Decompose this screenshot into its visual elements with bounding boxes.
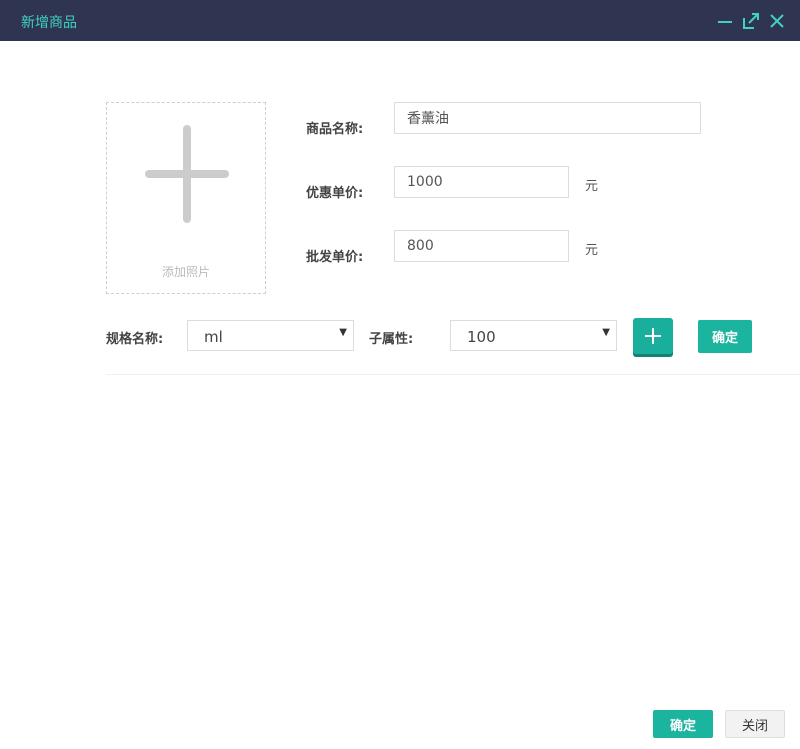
close-icon[interactable] (768, 12, 786, 30)
add-spec-button[interactable] (633, 318, 673, 354)
wholesale-price-input[interactable] (394, 230, 569, 262)
minimize-icon[interactable] (716, 12, 734, 30)
product-name-input[interactable] (394, 102, 701, 134)
wholesale-price-label: 批发单价: (306, 250, 364, 265)
dropdown-arrow-icon: ▼ (339, 327, 347, 338)
add-photo-button[interactable]: 添加照片 (106, 102, 266, 294)
dialog-title: 新增商品 (21, 15, 77, 31)
discount-price-label: 优惠单价: (306, 186, 364, 201)
dropdown-arrow-icon: ▼ (602, 327, 610, 338)
close-button[interactable]: 关闭 (725, 710, 785, 738)
discount-price-input[interactable] (394, 166, 569, 198)
sub-attribute-label: 子属性: (369, 332, 414, 347)
wholesale-price-unit: 元 (585, 243, 599, 258)
dialog-titlebar: 新增商品 (0, 0, 800, 41)
spec-name-selected: ml (204, 328, 223, 346)
discount-price-unit: 元 (585, 179, 599, 194)
spec-confirm-button[interactable]: 确定 (698, 320, 752, 353)
confirm-button[interactable]: 确定 (653, 710, 713, 738)
section-divider (106, 374, 800, 375)
maximize-icon[interactable] (742, 12, 760, 30)
add-photo-label: 添加照片 (161, 265, 210, 279)
plus-icon (145, 125, 229, 223)
spec-name-select[interactable]: ml ▼ (187, 320, 354, 351)
product-name-label: 商品名称: (306, 122, 364, 137)
plus-icon (645, 328, 661, 344)
sub-attribute-select[interactable]: 100 ▼ (450, 320, 617, 351)
sub-attribute-selected: 100 (467, 328, 496, 346)
spec-name-label: 规格名称: (106, 332, 164, 347)
